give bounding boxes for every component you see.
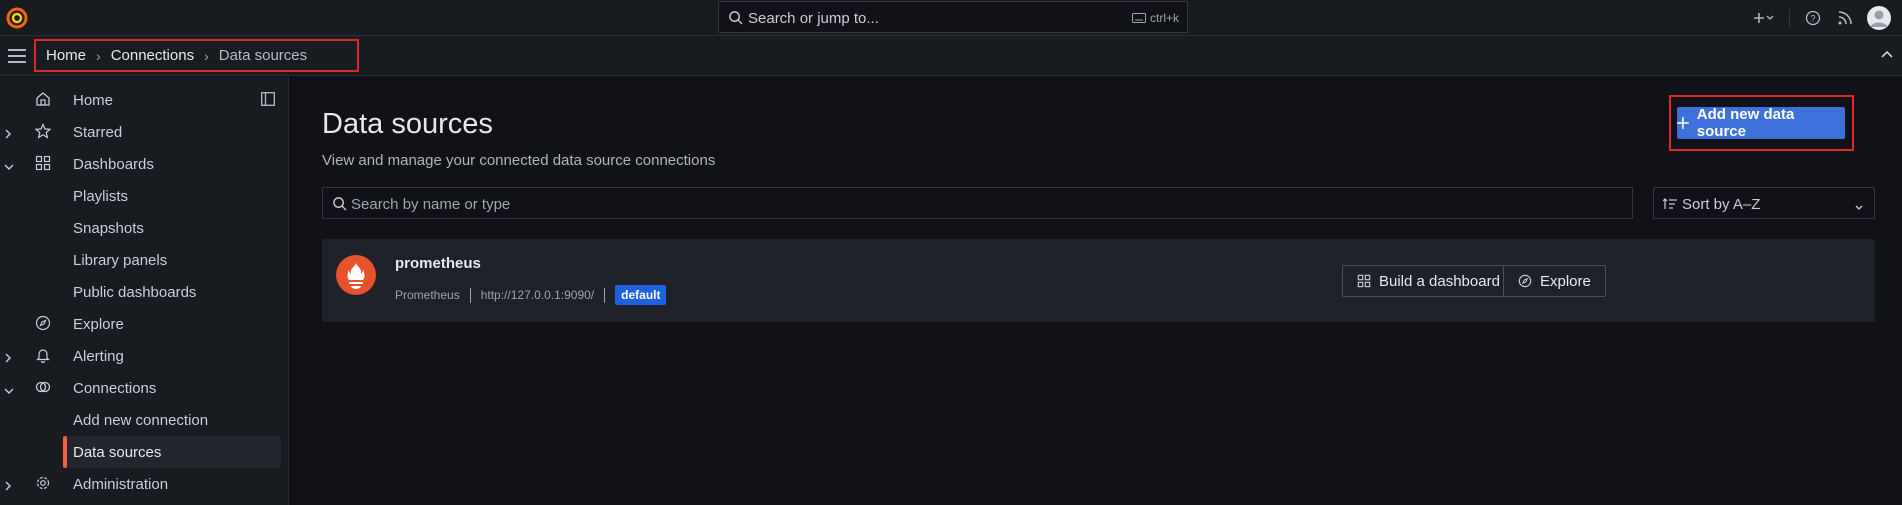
shortcut-text: ctrl+k [1149,11,1179,25]
sidebar-item-label: Snapshots [73,220,144,237]
compass-icon [35,315,51,335]
breadcrumb-separator: › [96,47,101,64]
sidebar-item-dashboards[interactable]: Dashboards [0,148,289,180]
chevron-down-icon [1854,199,1864,217]
sidebar-nav: Home Starred Dashboards Playlists Snapsh… [0,77,289,505]
datasource-type: Prometheus [395,288,460,302]
top-right-actions: ? [1747,0,1902,36]
sidebar-item-label: Administration [73,476,169,493]
connections-icon [35,379,51,399]
page-subtitle: View and manage your connected data sour… [322,152,716,169]
sort-value: Sort by A–Z [1682,196,1761,213]
dashboards-grid-icon [1357,274,1371,288]
search-placeholder: Search by name or type [351,196,511,213]
sidebar-item-label: Library panels [73,252,168,269]
grafana-logo-icon[interactable] [5,6,29,30]
explore-label: Explore [1540,272,1591,290]
datasource-url: http://127.0.0.1:9090/ [480,288,595,302]
chevron-up-icon[interactable] [1880,48,1894,67]
dashboards-grid-icon [35,155,51,175]
sidebar-item-label: Alerting [73,348,124,365]
breadcrumb-home[interactable]: Home [46,47,86,64]
search-placeholder: Search or jump to... [748,10,879,27]
breadcrumb: Home › Connections › Data sources [34,39,359,72]
sort-icon [1662,197,1677,215]
menu-hamburger-icon[interactable] [8,49,26,68]
sidebar-item-administration[interactable]: Administration [0,468,289,500]
sidebar-item-alerting[interactable]: Alerting [0,340,289,372]
svg-text:?: ? [1810,14,1815,24]
new-plus-icon[interactable] [1747,11,1781,25]
main-content: Data sources View and manage your connec… [290,77,1902,505]
datasource-name[interactable]: prometheus [395,255,481,272]
breadcrumb-separator: › [204,47,209,64]
sidebar-item-label: Add new connection [73,412,209,429]
compass-icon [1518,274,1532,288]
add-button-highlight: Add new data source [1669,95,1854,151]
breadcrumb-connections[interactable]: Connections [111,47,194,64]
search-icon [728,10,743,30]
keyboard-icon [1131,13,1146,23]
help-icon[interactable]: ? [1798,10,1828,26]
breadcrumb-data-sources: Data sources [218,47,308,64]
star-icon [34,123,52,143]
sidebar-item-starred[interactable]: Starred [0,116,289,148]
chevron-right-icon[interactable] [4,478,12,495]
divider [604,287,606,303]
search-icon [332,196,347,216]
prometheus-logo-icon [336,255,376,295]
sort-select[interactable]: Sort by A–Z [1653,187,1875,219]
top-bar: Search or jump to... ctrl+k ? [0,0,1902,36]
sidebar-item-label: Explore [73,316,124,333]
user-avatar[interactable] [1862,6,1896,30]
sidebar-item-label: Starred [73,124,123,141]
news-rss-icon[interactable] [1828,11,1862,25]
add-new-data-source-button[interactable]: Add new data source [1677,106,1845,140]
sidebar-item-label: Home [73,92,114,109]
sidebar-item-data-sources[interactable]: Data sources [63,436,281,468]
sidebar-item-snapshots[interactable]: Snapshots [0,212,289,244]
sidebar-item-label: Public dashboards [73,284,197,301]
search-bar[interactable]: Search or jump to... ctrl+k [718,1,1188,33]
divider [1789,9,1790,27]
divider [469,287,471,303]
page-title: Data sources [322,108,493,140]
chevron-down-icon[interactable] [4,158,14,175]
sidebar-item-add-new-connection[interactable]: Add new connection [0,404,289,436]
sidebar-item-label: Dashboards [73,156,154,173]
add-button-label: Add new data source [1696,106,1795,140]
sidebar-item-connections[interactable]: Connections [0,372,289,404]
default-badge: default [615,285,667,305]
home-icon [35,91,51,111]
sidebar-item-label: Connections [73,380,157,397]
datasource-meta: Prometheus http://127.0.0.1:9090/ defaul… [395,284,667,306]
gear-icon [35,475,51,495]
shortcut-hint: ctrl+k [1131,11,1179,25]
build-dashboard-label: Build a dashboard [1379,272,1500,290]
chevron-right-icon[interactable] [4,350,12,367]
explore-button[interactable]: Explore [1503,265,1606,297]
breadcrumb-bar: Home › Connections › Data sources [0,36,1902,76]
sidebar-item-public-dashboards[interactable]: Public dashboards [0,276,289,308]
sidebar-item-library-panels[interactable]: Library panels [0,244,289,276]
sidebar-item-home[interactable]: Home [0,84,289,116]
datasource-search-input[interactable]: Search by name or type [322,187,1633,219]
datasource-card[interactable]: prometheus Prometheus http://127.0.0.1:9… [322,239,1875,322]
plus-icon [1677,117,1689,129]
sidebar-item-label: Playlists [73,188,129,205]
bell-icon [35,347,51,367]
chevron-right-icon[interactable] [4,126,12,143]
sidebar-item-explore[interactable]: Explore [0,308,289,340]
sidebar-item-label: Data sources [73,444,162,461]
build-dashboard-button[interactable]: Build a dashboard [1342,265,1515,297]
sidebar-item-playlists[interactable]: Playlists [0,180,289,212]
chevron-down-icon[interactable] [4,382,14,399]
